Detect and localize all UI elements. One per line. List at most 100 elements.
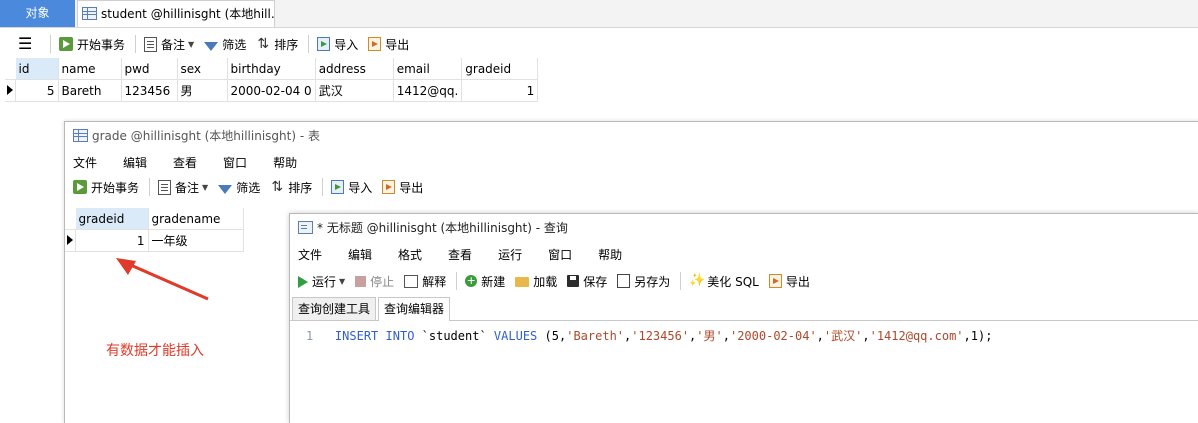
sort-icon: ⇅ <box>271 179 284 195</box>
table-cell[interactable]: 5 <box>15 79 59 102</box>
query-window-titlebar[interactable]: * 无标题 @hillinisght (本地hillinisght) - 查询 <box>290 214 1198 242</box>
sql-keyword: INSERT <box>334 329 379 343</box>
table-cell[interactable]: 2000-02-04 0 <box>227 79 316 102</box>
grade-toolbar: 开始事务 备注 ▼ 筛选 ⇅ 排序 导入 导出 <box>65 174 1198 200</box>
column-header[interactable]: address <box>315 58 394 80</box>
stop-icon <box>355 275 367 287</box>
save-as-button[interactable]: 另存为 <box>617 273 670 290</box>
table-row[interactable]: 5 Bareth 123456 男 2000-02-04 0 武汉 1412@q… <box>5 79 539 102</box>
table-cell[interactable]: 男 <box>177 79 228 102</box>
table-row[interactable]: 1 一年级 <box>65 229 244 252</box>
begin-transaction-button[interactable]: 开始事务 <box>73 179 139 196</box>
menu-edit[interactable]: 编辑 <box>348 246 372 263</box>
tab-query-builder[interactable]: 查询创建工具 <box>292 297 377 320</box>
menu-file[interactable]: 文件 <box>73 154 97 171</box>
run-button[interactable]: 运行 ▼ <box>298 273 345 290</box>
explain-label: 解释 <box>422 274 447 289</box>
sql-punct: , <box>722 329 730 343</box>
stop-label: 停止 <box>370 274 395 289</box>
play-icon <box>298 275 308 288</box>
query-window: * 无标题 @hillinisght (本地hillinisght) - 查询 … <box>289 213 1198 423</box>
menu-window[interactable]: 窗口 <box>223 154 247 171</box>
import-button[interactable]: 导入 <box>331 179 372 196</box>
menu-view[interactable]: 查看 <box>173 154 197 171</box>
chevron-down-icon[interactable]: ▼ <box>339 277 345 286</box>
stop-button[interactable]: 停止 <box>355 273 394 290</box>
sql-punct: ( <box>544 329 552 343</box>
filter-button[interactable]: 筛选 <box>218 179 260 196</box>
sql-keyword: INTO <box>385 329 415 343</box>
note-button[interactable]: 备注 ▼ <box>144 36 194 53</box>
beautify-sql-button[interactable]: ✨ 美化 SQL <box>689 273 759 290</box>
table-cell[interactable]: 武汉 <box>315 79 394 102</box>
import-button[interactable]: 导入 <box>317 36 358 53</box>
table-cell[interactable]: 一年级 <box>148 229 244 252</box>
chevron-down-icon: ▼ <box>188 39 195 49</box>
sql-editor[interactable]: 1 INSERT INTO `student` VALUES (5, 'Baret… <box>290 321 1198 344</box>
table-cell[interactable]: Bareth <box>58 79 122 102</box>
menu-edit[interactable]: 编辑 <box>123 154 147 171</box>
grid-corner <box>65 208 76 230</box>
menu-file[interactable]: 文件 <box>298 246 322 263</box>
save-as-label: 另存为 <box>634 274 671 289</box>
begin-transaction-label: 开始事务 <box>91 180 140 195</box>
menu-help[interactable]: 帮助 <box>598 246 622 263</box>
column-header[interactable]: gradename <box>148 208 244 230</box>
export-button[interactable]: 导出 <box>768 273 810 290</box>
export-icon <box>382 180 396 194</box>
column-header[interactable]: id <box>15 58 59 80</box>
sort-button[interactable]: ⇅ 排序 <box>270 179 312 196</box>
new-label: 新建 <box>481 274 506 289</box>
tab-objects[interactable]: 对象 <box>0 0 75 27</box>
begin-transaction-icon <box>73 180 87 194</box>
menu-run[interactable]: 运行 <box>498 246 522 263</box>
column-header[interactable]: gradeid <box>461 58 539 80</box>
menu-window[interactable]: 窗口 <box>548 246 572 263</box>
menu-format[interactable]: 格式 <box>398 246 422 263</box>
toolbar-separator <box>680 272 682 290</box>
grade-window-titlebar[interactable]: grade @hillinisght (本地hillinisght) - 表 <box>65 122 1198 150</box>
table-cell[interactable]: 123456 <box>121 79 178 102</box>
begin-transaction-button[interactable]: 开始事务 <box>59 36 125 53</box>
run-label: 运行 <box>312 274 337 289</box>
tab-student[interactable]: student @hillinisght (本地hill... <box>77 0 275 27</box>
column-header[interactable]: pwd <box>121 58 178 80</box>
new-button[interactable]: + 新建 <box>465 273 505 290</box>
menu-view[interactable]: 查看 <box>448 246 472 263</box>
query-tab-bar: 查询创建工具 查询编辑器 <box>290 296 1198 321</box>
export-button[interactable]: 导出 <box>382 179 423 196</box>
sql-punct: , <box>862 329 870 343</box>
note-button[interactable]: 备注 ▼ <box>158 179 208 196</box>
note-label: 备注 <box>161 37 186 52</box>
import-icon <box>331 180 345 194</box>
load-button[interactable]: 加载 <box>515 273 557 290</box>
sql-string: '123456' <box>631 329 690 343</box>
column-header[interactable]: email <box>393 58 463 80</box>
explain-button[interactable]: 解释 <box>404 273 446 290</box>
column-header[interactable]: gradeid <box>75 208 149 230</box>
load-label: 加载 <box>533 274 558 289</box>
sort-label: 排序 <box>288 180 313 195</box>
export-icon <box>368 37 382 51</box>
tab-query-editor[interactable]: 查询编辑器 <box>378 297 451 321</box>
save-button[interactable]: 保存 <box>567 273 607 290</box>
filter-icon <box>204 41 219 51</box>
table-cell[interactable]: 1 <box>75 229 149 252</box>
toolbar-separator <box>456 272 458 290</box>
column-header[interactable]: name <box>58 58 122 80</box>
column-header[interactable]: sex <box>177 58 228 80</box>
sql-string: '1412@qq.com' <box>869 329 964 343</box>
menu-icon[interactable]: ☰ <box>18 36 32 52</box>
filter-button[interactable]: 筛选 <box>204 36 246 53</box>
export-label: 导出 <box>385 37 410 52</box>
table-cell[interactable]: 1412@qq. <box>393 79 463 102</box>
annotation-text: 有数据才能插入 <box>106 343 204 359</box>
export-label: 导出 <box>785 274 810 289</box>
column-header[interactable]: birthday <box>227 58 316 80</box>
table-cell[interactable]: 1 <box>461 79 539 102</box>
menu-help[interactable]: 帮助 <box>273 154 297 171</box>
sort-button[interactable]: ⇅ 排序 <box>256 36 298 53</box>
sql-punct: , <box>963 329 971 343</box>
export-button[interactable]: 导出 <box>368 36 409 53</box>
toolbar-separator <box>50 35 51 53</box>
